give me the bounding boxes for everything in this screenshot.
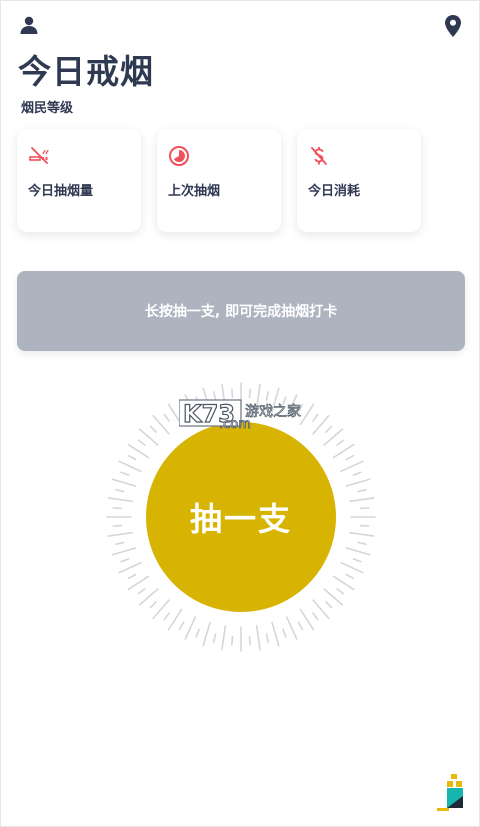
dial-tick [127,443,150,459]
dial-tick [137,588,146,595]
dial-tick [107,531,133,537]
checkin-banner[interactable]: 长按抽一支, 即可完成抽烟打卡 [17,271,465,351]
dial-tick [345,478,371,487]
watermark-text: 游戏之家 [245,403,301,420]
dial-tick [332,575,355,591]
dial-tick [336,588,345,595]
card-label-last-smoke: 上次抽烟 [168,184,221,199]
dial-tick [285,616,298,640]
dial-tick [325,425,333,433]
dial-tick [111,478,137,487]
smoke-one-label: 抽一支 [189,500,292,538]
dial-tick [359,507,370,510]
dial-tick [349,531,375,537]
dial-tick [352,471,362,476]
dial-tick [184,616,197,640]
dial-tick [312,612,319,621]
no-smoking-icon [29,147,49,164]
dial-tick [248,635,251,646]
dial-tick [107,497,133,503]
dial-tick [325,601,333,609]
dial-tick [118,460,142,473]
k73-watermark-logo: K73 .com 游戏之家 [179,399,301,431]
card-last-smoke[interactable]: 上次抽烟 [157,129,281,232]
dial-tick [115,541,125,546]
user-icon[interactable] [19,15,39,39]
dial-tick [265,633,270,643]
dial-tick [345,573,355,580]
dial-tick [212,633,217,643]
dial-tick [202,621,211,647]
smoke-one-button[interactable]: 抽一支 [146,422,336,612]
dial-tick [163,612,170,621]
dial-tick [149,601,157,609]
dial-tick [297,621,304,631]
card-label-today-cost: 今日消耗 [308,184,361,199]
dial-tick [299,608,315,631]
dial-tick [255,625,261,651]
dial-tick [118,561,142,574]
dial-tick [195,628,200,638]
page-title: 今日戒烟 [18,52,154,91]
dial-tick [127,573,137,580]
smoker-level-label: 烟民等级 [21,101,74,116]
dial-tick [127,454,137,461]
dial-tick [167,608,183,631]
dial-tick [349,497,375,503]
dial-tick [271,621,280,647]
dial-tick [112,507,123,510]
checkin-text: 长按抽一支, 即可完成抽烟打卡 [144,304,338,320]
card-today-count[interactable]: 今日抽烟量 [17,129,141,232]
dial-tick [359,524,370,527]
dial-tick [112,524,123,527]
location-pin-icon[interactable] [445,15,461,41]
dial-tick [332,443,355,459]
dial-tick [137,439,146,446]
dial-tick [120,471,130,476]
dial-tick [178,621,185,631]
stats-cards: 今日抽烟量 上次抽烟 今日消耗 [17,129,421,232]
dial-tick [127,575,150,591]
dial-tick [221,625,227,651]
dial-tick [111,547,137,556]
dial-tick [163,413,170,422]
dollar-off-icon [311,147,327,165]
dial-tick [282,628,287,638]
corner-app-logo [437,774,463,811]
dial-tick [115,488,125,493]
dial-tick [336,439,345,446]
dial-tick [357,488,367,493]
dial-tick [357,541,367,546]
dial-tick [340,561,364,574]
dial-tick [120,558,130,563]
screen: 今日戒烟 烟民等级 今日抽烟量 上次抽烟 今日消耗 长按抽一支, 即可完成抽烟打… [0,0,480,827]
dial-tick [345,454,355,461]
dial-tick [312,413,319,422]
dial-tick [231,635,234,646]
clock-icon [169,146,189,166]
card-today-cost[interactable]: 今日消耗 [297,129,421,232]
dial-tick [149,425,157,433]
dial-tick [345,547,371,556]
dial-tick [340,460,364,473]
card-label-today-count: 今日抽烟量 [28,184,94,199]
dial-tick [352,558,362,563]
